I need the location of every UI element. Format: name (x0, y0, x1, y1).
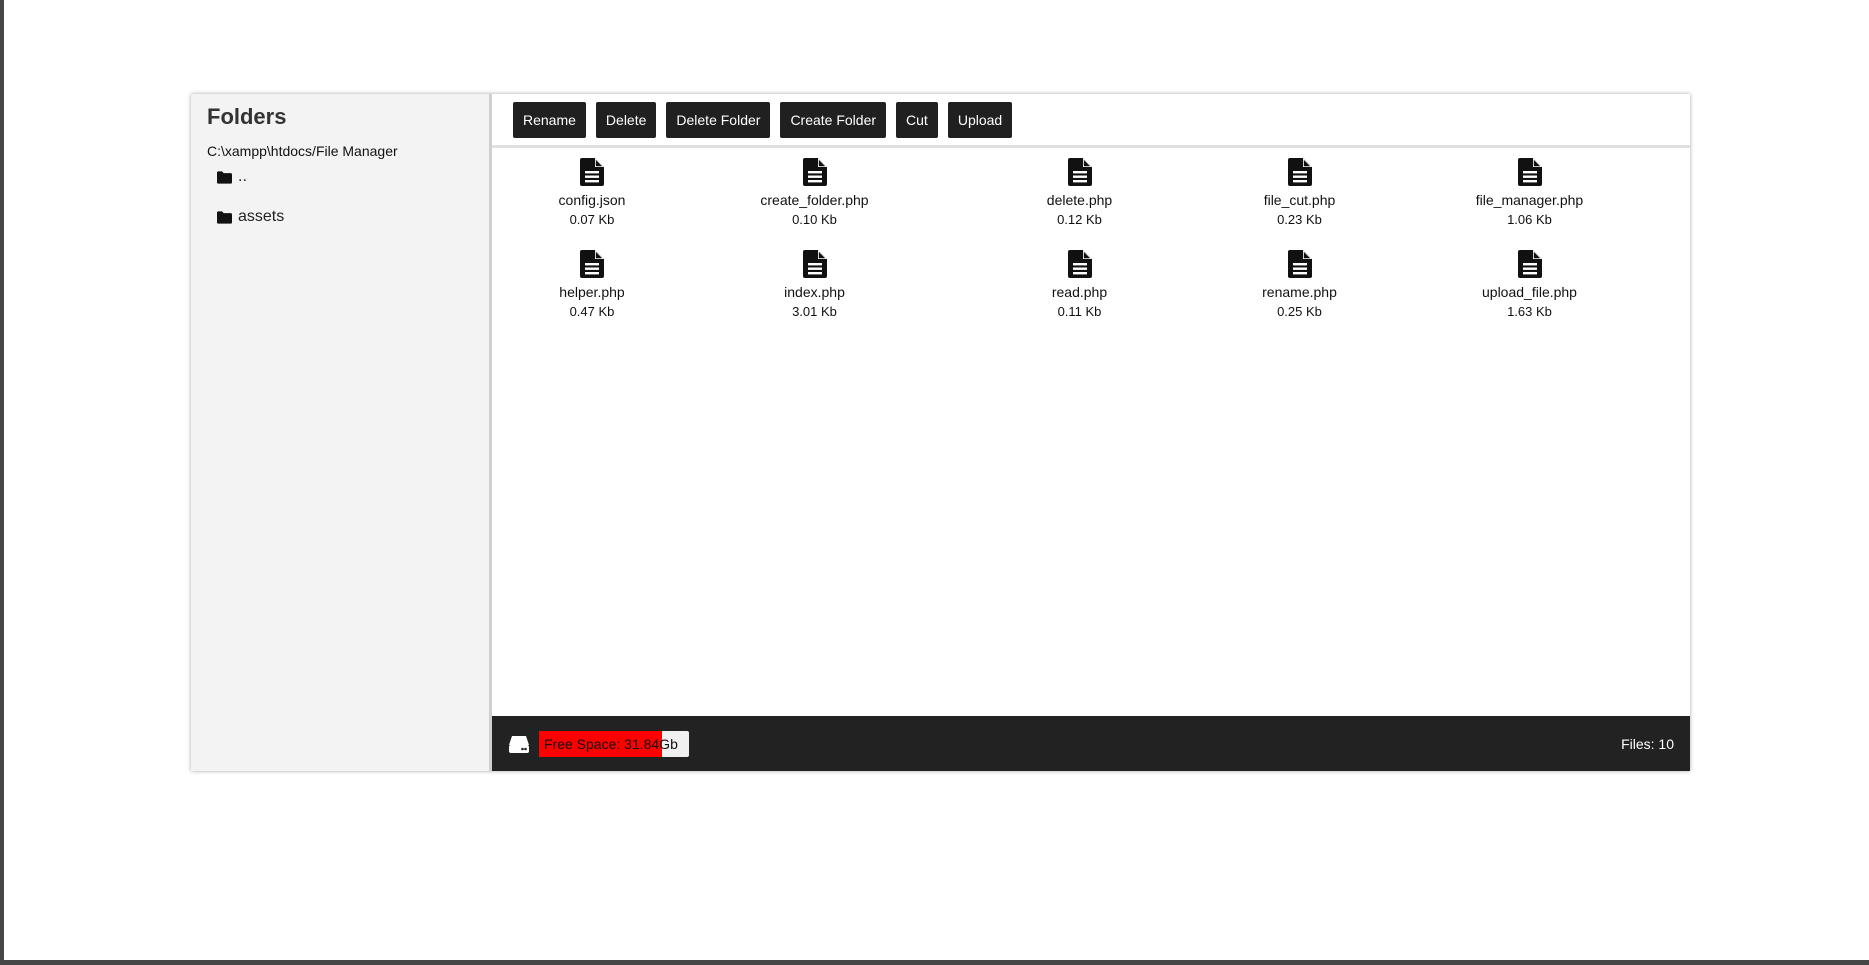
file-name: file_cut.php (1263, 192, 1336, 208)
status-bar: Free Space: 31.84Gb Files: 10 (492, 716, 1690, 771)
file-item[interactable]: file_cut.php 0.23 Kb (1222, 158, 1377, 250)
folder-list: .. assets (191, 159, 489, 231)
create-folder-button[interactable]: Create Folder (780, 101, 887, 138)
file-icon (1067, 250, 1092, 278)
file-name: helper.php (559, 284, 625, 300)
file-item[interactable]: read.php 0.11 Kb (937, 250, 1222, 342)
delete-folder-button[interactable]: Delete Folder (666, 101, 771, 138)
free-space-bar: Free Space: 31.84Gb (539, 730, 689, 757)
file-name: rename.php (1262, 284, 1337, 300)
toolbar: Rename Delete Delete Folder Create Folde… (492, 94, 1690, 148)
file-item[interactable]: helper.php 0.47 Kb (492, 250, 692, 342)
free-space-label: Free Space: 31.84Gb (544, 735, 678, 752)
file-name: upload_file.php (1482, 284, 1577, 300)
file-size: 0.10 Kb (792, 212, 837, 227)
file-name: file_manager.php (1475, 192, 1584, 208)
file-name: config.json (558, 192, 626, 208)
hdd-icon (509, 735, 529, 753)
file-size: 0.11 Kb (1057, 304, 1102, 319)
file-item[interactable]: create_folder.php 0.10 Kb (692, 158, 937, 250)
delete-button[interactable]: Delete (595, 101, 657, 138)
file-size: 1.63 Kb (1507, 304, 1552, 319)
file-name: create_folder.php (760, 192, 869, 208)
file-name: index.php (784, 284, 845, 300)
folder-item-assets[interactable]: assets (217, 203, 489, 231)
file-icon (802, 158, 827, 186)
folder-item-parent[interactable]: .. (217, 163, 489, 191)
file-item[interactable]: delete.php 0.12 Kb (937, 158, 1222, 250)
folders-sidebar: Folders C:\xampp\htdocs/File Manager .. … (191, 94, 492, 771)
file-size: 1.06 Kb (1507, 212, 1552, 227)
upload-button[interactable]: Upload (947, 101, 1013, 138)
rename-button[interactable]: Rename (513, 101, 586, 138)
folder-name: assets (238, 208, 285, 225)
viewport: Folders C:\xampp\htdocs/File Manager .. … (4, 0, 1869, 960)
file-size: 0.12 Kb (1057, 212, 1102, 227)
file-name: delete.php (1046, 192, 1113, 208)
file-size: 0.25 Kb (1277, 304, 1322, 319)
file-icon (580, 158, 604, 186)
folder-name: .. (238, 168, 247, 185)
file-size: 3.01 Kb (792, 304, 837, 319)
file-icon (802, 250, 827, 278)
folder-icon (217, 170, 232, 184)
main-panel: Rename Delete Delete Folder Create Folde… (492, 94, 1690, 771)
files-count: Files: 10 (1621, 735, 1674, 752)
file-icon (1287, 250, 1312, 278)
file-icon (1067, 158, 1092, 186)
folder-icon (217, 210, 232, 224)
file-item[interactable]: file_manager.php 1.06 Kb (1377, 158, 1682, 250)
cut-button[interactable]: Cut (896, 101, 938, 138)
file-item[interactable]: upload_file.php 1.63 Kb (1377, 250, 1682, 342)
file-icon (580, 250, 604, 278)
file-item[interactable]: rename.php 0.25 Kb (1222, 250, 1377, 342)
file-icon (1287, 158, 1312, 186)
file-item[interactable]: index.php 3.01 Kb (692, 250, 937, 342)
sidebar-title: Folders (207, 104, 287, 129)
file-name: read.php (1051, 284, 1108, 300)
file-size: 0.47 Kb (569, 304, 615, 319)
file-icon (1517, 250, 1542, 278)
file-manager-window: Folders C:\xampp\htdocs/File Manager .. … (191, 94, 1690, 771)
current-path: C:\xampp\htdocs/File Manager (207, 143, 398, 159)
file-icon (1517, 158, 1542, 186)
file-item[interactable]: config.json 0.07 Kb (492, 158, 692, 250)
file-size: 0.23 Kb (1277, 212, 1322, 227)
file-grid: config.json 0.07 Kb create_folder.php 0.10 … (492, 148, 1690, 716)
file-size: 0.07 Kb (569, 212, 615, 227)
